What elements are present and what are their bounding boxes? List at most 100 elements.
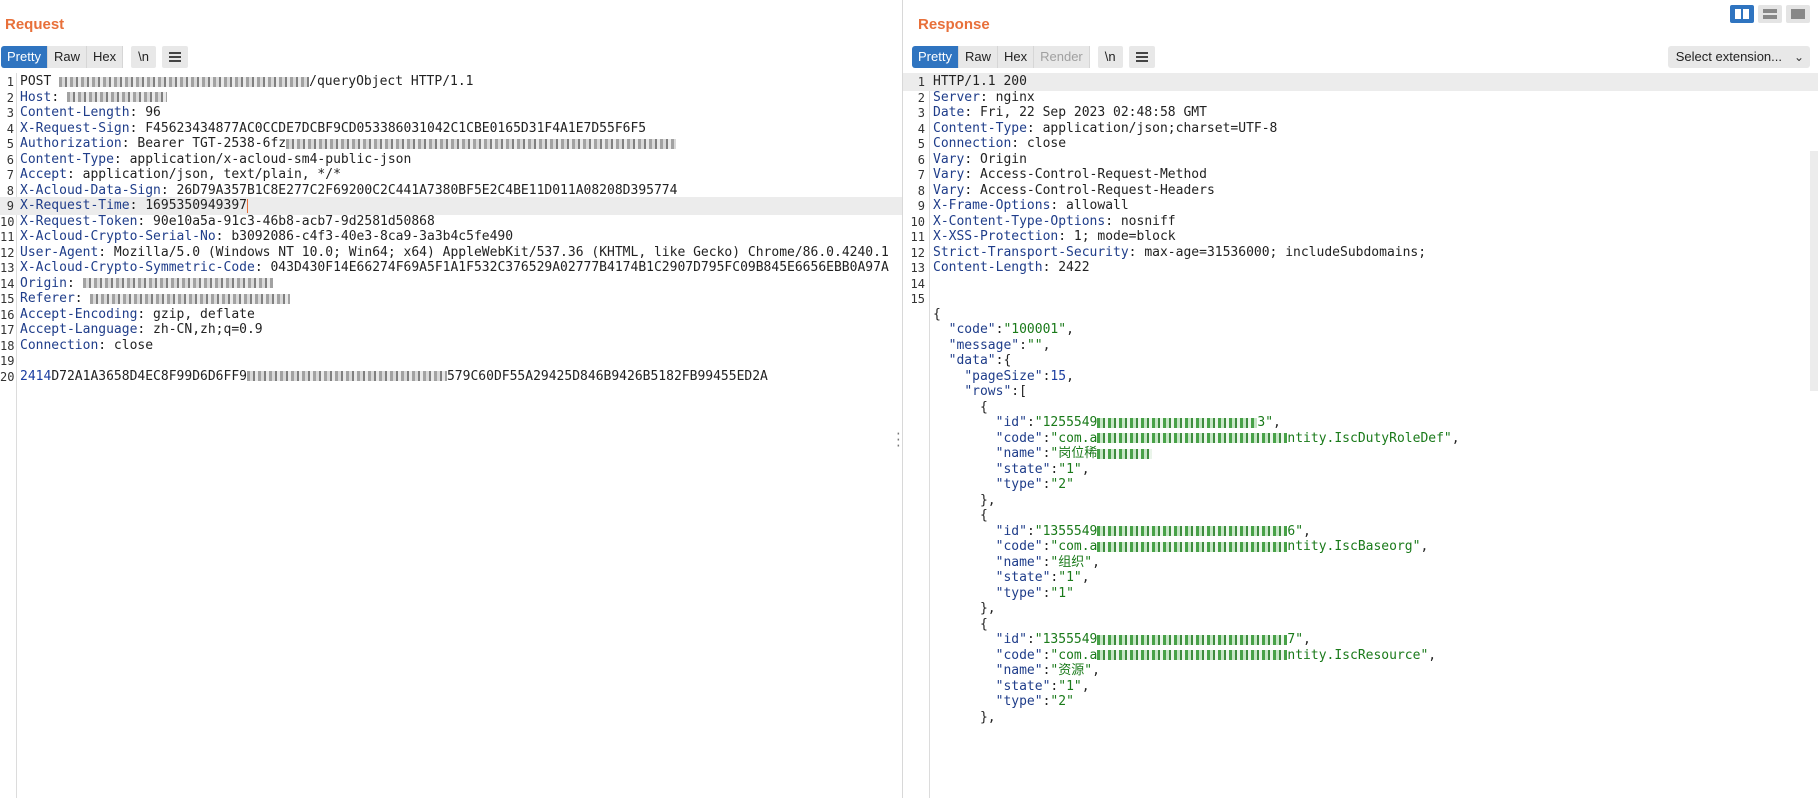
code-token: "type" — [995, 694, 1043, 709]
select-extension-dropdown[interactable]: Select extension... ⌄ — [1667, 46, 1810, 68]
layout-side-by-side-icon[interactable] — [1730, 5, 1754, 23]
code-token: ntity.IscResource" — [1287, 647, 1429, 663]
redacted-text — [286, 138, 677, 149]
code-token: "2" — [1050, 477, 1074, 492]
code-token: 2414 — [20, 368, 52, 384]
code-token: , — [1420, 539, 1429, 554]
response-tab-hex[interactable]: Hex — [997, 46, 1035, 68]
code-token: Vary — [933, 167, 965, 182]
code-token: { — [933, 306, 941, 322]
code-token: : 043D430F14E66274F69A5F1A1F532C376529A0… — [254, 260, 889, 275]
code-token: : application/json;charset=UTF-8 — [1026, 120, 1278, 136]
code-token: : — [1026, 632, 1035, 647]
code-token: : F45623434877AC0CCDE7DCBF9CD05338603104… — [129, 120, 647, 136]
code-token: :{ — [995, 353, 1012, 368]
chevron-down-icon: ⌄ — [1793, 50, 1804, 64]
code-token: , — [1066, 368, 1074, 384]
code-token: 6" — [1287, 523, 1304, 539]
code-token: : nosniff — [1105, 213, 1176, 229]
hamburger-menu-icon — [168, 52, 181, 62]
response-newline-toggle[interactable]: \n — [1097, 46, 1123, 68]
code-line[interactable]: }, — [903, 709, 1818, 727]
code-token: , — [1451, 430, 1460, 446]
code-token: X-Acloud-Data-Sign — [20, 182, 161, 198]
code-token: : Access-Control-Request-Headers — [964, 182, 1215, 198]
code-token: X-Content-Type-Options — [933, 213, 1106, 229]
redacted-text — [246, 371, 447, 381]
layout-tabs-icon[interactable] — [1786, 5, 1810, 23]
code-token: "rows" — [964, 384, 1012, 399]
code-token: , — [1092, 554, 1100, 570]
code-token: : Bearer TGT-2538-6fz — [121, 136, 287, 151]
code-token: "message" — [948, 337, 1020, 353]
text-caret — [246, 198, 248, 213]
code-token: : 26D79A357B1C8E277C2F69200C2C441A7380BF… — [160, 182, 678, 198]
code-token: : Origin — [964, 151, 1027, 167]
code-token: "data" — [948, 353, 996, 368]
code-token: ntity.IscDutyRoleDef" — [1287, 430, 1452, 446]
response-tab-render[interactable]: Render — [1034, 46, 1090, 68]
code-token: { — [933, 616, 988, 632]
drag-handle-icon[interactable]: · · · — [895, 428, 902, 452]
request-tab-pretty[interactable]: Pretty — [1, 46, 48, 68]
response-scrollbar[interactable] — [1810, 151, 1818, 391]
request-tab-raw[interactable]: Raw — [47, 46, 87, 68]
code-token: { — [933, 399, 988, 415]
code-token: "1255549 — [1034, 415, 1098, 430]
code-token: Content-Type — [20, 151, 114, 167]
code-token: "id" — [995, 632, 1027, 647]
code-token: : 90e10a5a-91c3-46b8-acb7-9d2581d50868 — [137, 213, 435, 229]
line-number: 20 — [0, 369, 15, 384]
redacted-text — [1097, 417, 1258, 428]
code-token: Accept — [20, 167, 67, 182]
code-token: : b3092086-c4f3-40e3-8ca9-3a3b4c5fe490 — [215, 229, 514, 244]
code-token: : Access-Control-Request-Method — [964, 167, 1207, 182]
layout-stacked-icon[interactable] — [1758, 5, 1782, 23]
code-token: X-Request-Token — [20, 213, 138, 229]
code-token: "id" — [995, 415, 1027, 430]
response-tab-raw[interactable]: Raw — [958, 46, 998, 68]
code-token: : Mozilla/5.0 (Windows NT 10.0; Win64; x… — [98, 244, 889, 260]
response-tab-pretty[interactable]: Pretty — [912, 46, 959, 68]
request-newline-toggle[interactable]: \n — [131, 46, 156, 68]
code-line[interactable]: 20 2414D72A1A3658D4EC8F99D6D6FF9 579C60DF5… — [0, 368, 902, 386]
code-token: "com.a — [1050, 647, 1098, 663]
code-token: "com.a — [1050, 430, 1098, 446]
code-token: Server — [933, 89, 980, 105]
request-menu-button[interactable] — [161, 46, 188, 68]
response-editor[interactable]: 1 HTTP/1.1 200 2 Server: nginx 3 Date: Fri, 2… — [903, 73, 1818, 798]
code-token: , — [1042, 337, 1051, 353]
request-tab-hex[interactable]: Hex — [86, 46, 124, 68]
code-token: Referer — [20, 291, 75, 306]
code-token: X-Request-Time — [20, 198, 130, 213]
request-editor[interactable]: 1 POST /queryObject HTTP/1.1 2 Host: 3 Conte… — [0, 73, 902, 798]
response-menu-button[interactable] — [1128, 46, 1155, 68]
code-token: "pageSize" — [964, 368, 1043, 384]
code-token: Authorization — [20, 136, 122, 151]
code-token: User-Agent — [20, 244, 99, 260]
code-token: "1" — [1058, 461, 1082, 477]
code-token: "name" — [995, 663, 1043, 678]
code-token: }, — [933, 709, 996, 725]
redacted-text — [1097, 634, 1288, 645]
code-token: : — [74, 291, 91, 306]
code-token: : application/x-acloud-sm4-public-json — [113, 151, 412, 167]
redacted-text — [82, 278, 273, 288]
code-token: : — [1019, 337, 1027, 353]
code-token: Vary — [933, 151, 965, 167]
redacted-text — [66, 92, 167, 102]
code-token: POST — [20, 74, 60, 89]
code-token: : 1; mode=block — [1058, 229, 1176, 244]
